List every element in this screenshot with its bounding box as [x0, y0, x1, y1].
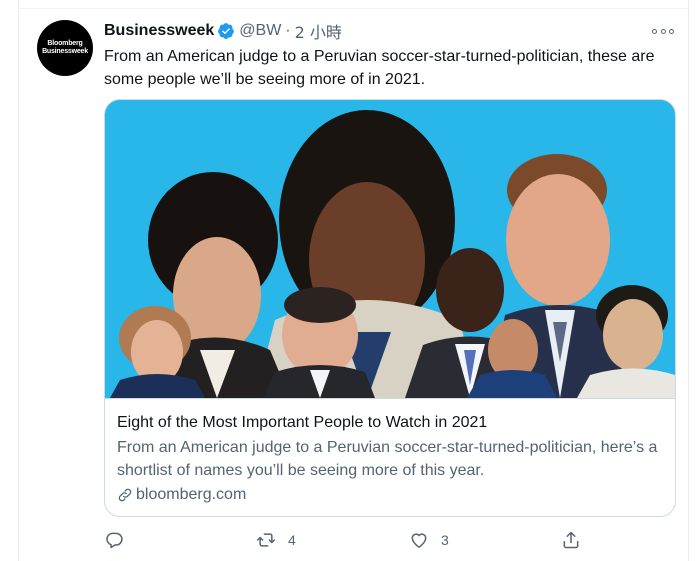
- retweet-button[interactable]: 4: [256, 527, 296, 553]
- share-button[interactable]: [561, 527, 581, 553]
- card-divider: [105, 398, 675, 399]
- tweet-top-divider: [18, 8, 689, 9]
- more-dot: [669, 28, 674, 34]
- author-name[interactable]: Businessweek: [104, 22, 214, 40]
- card-image[interactable]: [105, 100, 675, 398]
- more-dot: [660, 28, 666, 34]
- timeline-right-border: [688, 0, 689, 561]
- reply-button[interactable]: [104, 527, 136, 553]
- tweet-timestamp[interactable]: 2 小時: [295, 19, 342, 43]
- avatar-logo-line-2: Businessweek: [42, 48, 88, 55]
- card-image-illustration: [105, 100, 675, 398]
- retweet-count: 4: [288, 532, 296, 548]
- header-separator: ·: [285, 22, 291, 39]
- card-domain-text: bloomberg.com: [136, 486, 247, 503]
- more-dot: [652, 28, 657, 34]
- link-icon: [118, 488, 132, 502]
- tweet-text: From an American judge to a Peruvian soc…: [104, 48, 655, 88]
- verified-badge-icon: [218, 23, 235, 39]
- author-handle[interactable]: @BW: [239, 22, 281, 40]
- tweet-header: Businessweek @BW · 2 小時: [104, 20, 342, 42]
- share-icon: [563, 531, 579, 549]
- card-domain[interactable]: bloomberg.com: [117, 484, 246, 506]
- retweet-icon: [256, 533, 276, 547]
- card-description[interactable]: From an American judge to a Peruvian soc…: [117, 436, 667, 482]
- timeline-left-border: [18, 0, 19, 561]
- tweet-actions: 4 3: [0, 527, 697, 553]
- link-card[interactable]: Eight of the Most Important People to Wa…: [104, 99, 676, 517]
- like-button[interactable]: 3: [409, 527, 449, 553]
- like-icon: [411, 533, 427, 548]
- more-options-icon[interactable]: [652, 22, 674, 40]
- reply-icon: [106, 532, 123, 549]
- like-count: 3: [441, 532, 449, 548]
- avatar[interactable]: Bloomberg Businessweek: [37, 20, 93, 76]
- avatar-logo-line-1: Bloomberg: [47, 40, 83, 47]
- card-title[interactable]: Eight of the Most Important People to Wa…: [117, 413, 487, 433]
